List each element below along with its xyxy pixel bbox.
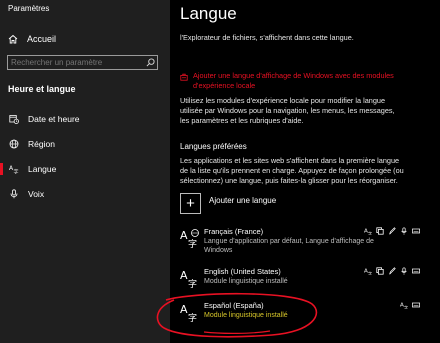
add-display-language-label[interactable]: Ajouter une langue d'affichage de Window… bbox=[193, 71, 395, 91]
svg-text:字: 字 bbox=[368, 230, 372, 235]
microphone-icon bbox=[9, 189, 19, 199]
language-glyph-icon: A字 bbox=[180, 268, 202, 290]
search-icon[interactable] bbox=[143, 58, 157, 67]
intro-text: l'Explorateur de fichiers, s'affichent d… bbox=[180, 33, 354, 42]
globe-icon bbox=[9, 139, 19, 149]
add-language-button[interactable]: + Ajouter une langue bbox=[180, 193, 276, 214]
window-title: Paramètres bbox=[8, 4, 50, 13]
language-features: A字 bbox=[400, 301, 420, 309]
language-name: Français (France) bbox=[204, 227, 264, 236]
sidebar-item-label: Voix bbox=[28, 189, 45, 199]
sidebar-item-date-time[interactable]: Date et heure bbox=[0, 110, 170, 128]
handwriting-icon bbox=[389, 267, 396, 275]
annotation-circle bbox=[156, 292, 318, 338]
svg-text:字: 字 bbox=[188, 278, 197, 288]
home-icon bbox=[8, 34, 18, 44]
svg-text:字: 字 bbox=[14, 169, 19, 175]
sidebar-item-region[interactable]: Région bbox=[0, 135, 170, 153]
language-options-icon: A字 bbox=[364, 269, 372, 275]
svg-text:A: A bbox=[180, 269, 188, 282]
language-icon: A字 bbox=[9, 164, 19, 174]
language-options-icon: A字 bbox=[364, 229, 372, 235]
section-title: Heure et langue bbox=[8, 84, 76, 94]
plus-icon: + bbox=[180, 193, 201, 214]
preferred-languages-heading: Langues préférées bbox=[180, 142, 247, 151]
language-detail: Langue d'application par défaut, Langue … bbox=[204, 238, 374, 254]
language-detail: Module linguistique installé bbox=[204, 278, 288, 285]
sidebar-item-label: Région bbox=[28, 139, 55, 149]
keyboard-icon bbox=[412, 268, 420, 274]
page-title: Langue bbox=[180, 4, 237, 23]
text-to-speech-icon bbox=[376, 267, 384, 275]
store-icon bbox=[180, 72, 188, 82]
local-modules-text: Utilisez les modules d'expérience locale… bbox=[180, 96, 395, 125]
keyboard-icon bbox=[412, 228, 420, 234]
speech-recognition-icon bbox=[401, 227, 407, 235]
sidebar-item-label: Date et heure bbox=[28, 114, 80, 124]
svg-text:字: 字 bbox=[188, 238, 197, 248]
speech-recognition-icon bbox=[401, 267, 407, 275]
language-options-icon: A字 bbox=[400, 303, 408, 309]
settings-window: Paramètres Accueil Heure et langue Date … bbox=[0, 0, 440, 343]
add-display-language-link[interactable]: Ajouter une langue d'affichage de Window… bbox=[180, 71, 395, 91]
keyboard-icon bbox=[412, 302, 420, 308]
home-label: Accueil bbox=[27, 34, 57, 44]
svg-text:字: 字 bbox=[368, 270, 372, 275]
handwriting-icon bbox=[389, 227, 396, 235]
add-language-label: Ajouter une langue bbox=[209, 196, 277, 205]
preferred-languages-text: Les applications et les sites web s'affi… bbox=[180, 156, 404, 185]
language-item-french[interactable]: A字 Français (France) Langue d'applicatio… bbox=[180, 226, 420, 262]
language-name: English (United States) bbox=[204, 267, 281, 276]
sidebar: Paramètres Accueil Heure et langue Date … bbox=[0, 0, 170, 343]
search-box[interactable] bbox=[7, 55, 158, 70]
svg-text:A: A bbox=[180, 229, 188, 242]
svg-text:字: 字 bbox=[404, 304, 408, 309]
sidebar-item-label: Langue bbox=[28, 164, 57, 174]
language-features: A字 bbox=[364, 267, 420, 275]
home-nav-item[interactable]: Accueil bbox=[8, 32, 158, 46]
text-to-speech-icon bbox=[376, 227, 384, 235]
language-globe-icon: A字 bbox=[180, 228, 202, 250]
language-features: A字 bbox=[364, 227, 420, 235]
sidebar-item-voice[interactable]: Voix bbox=[0, 185, 170, 203]
calendar-clock-icon bbox=[9, 114, 19, 124]
search-input[interactable] bbox=[8, 56, 143, 69]
sidebar-item-language[interactable]: A字 Langue bbox=[0, 160, 170, 178]
